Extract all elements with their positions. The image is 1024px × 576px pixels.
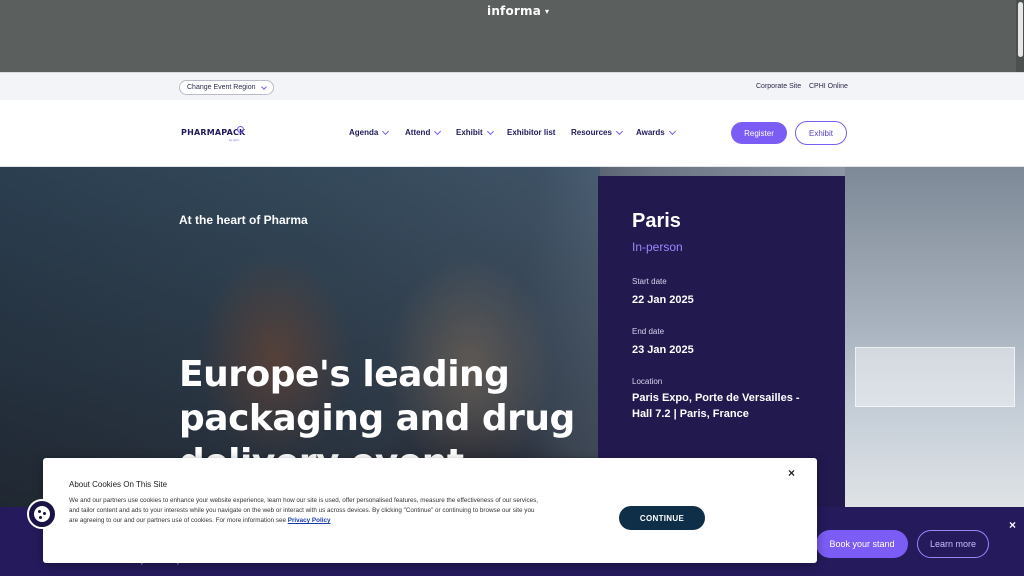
exhibition-booth-image xyxy=(855,347,1015,407)
nav-item-label: Agenda xyxy=(349,128,379,137)
nav-item-label: Exhibitor list xyxy=(507,128,556,137)
nav-item-label: Awards xyxy=(636,128,665,137)
cookie-icon xyxy=(34,506,50,522)
cookie-banner: About Cookies On This Site We and our pa… xyxy=(43,458,817,563)
cookie-banner-title: About Cookies On This Site xyxy=(69,480,168,489)
event-city: Paris xyxy=(632,210,681,232)
pharmapack-logo[interactable]: PHARMAPACK xyxy=(181,128,245,137)
chevron-down-icon: ▾ xyxy=(545,7,550,16)
scroll-thumb[interactable] xyxy=(1018,2,1023,57)
logo-mark-icon xyxy=(237,126,244,133)
start-date-label: Start date xyxy=(632,277,667,286)
chevron-down-icon xyxy=(260,83,267,90)
logo-subtext: by cphi xyxy=(229,138,239,142)
chevron-down-icon xyxy=(382,127,390,135)
chevron-down-icon xyxy=(434,127,442,135)
chevron-down-icon xyxy=(668,127,676,135)
nav-item-agenda[interactable]: Agenda xyxy=(349,127,390,137)
nav-item-label: Exhibit xyxy=(456,128,483,137)
informa-logo-text: informa xyxy=(487,4,542,18)
informa-logo[interactable]: informa ▾ xyxy=(487,4,549,18)
corporate-site-link[interactable]: Corporate Site xyxy=(756,83,801,90)
learn-more-button[interactable]: Learn more xyxy=(917,530,989,558)
start-date-value: 22 Jan 2025 xyxy=(632,294,694,306)
end-date-value: 23 Jan 2025 xyxy=(632,344,694,356)
close-icon[interactable]: × xyxy=(1009,518,1016,532)
cookie-banner-body: We and our partners use cookies to enhan… xyxy=(69,496,539,526)
scrollbar[interactable] xyxy=(1016,0,1024,72)
nav-item-label: Attend xyxy=(405,128,431,137)
close-icon[interactable]: × xyxy=(788,466,795,480)
change-region-label: Change Event Region xyxy=(187,84,256,91)
hero-section: At the heart of Pharma Europe's leading … xyxy=(0,167,1024,507)
nav-item-resources[interactable]: Resources xyxy=(571,127,623,137)
chevron-down-icon xyxy=(486,127,494,135)
utility-bar: Change Event Region Corporate Site CPHI … xyxy=(0,72,1024,100)
nav-item-attend[interactable]: Attend xyxy=(405,127,442,137)
nav-item-awards[interactable]: Awards xyxy=(636,127,676,137)
cookie-settings-button[interactable] xyxy=(27,499,57,529)
main-nav: PHARMAPACK by cphi Agenda Attend Exhibit… xyxy=(0,100,1024,167)
nav-item-exhibit[interactable]: Exhibit xyxy=(456,127,494,137)
nav-item-exhibitor-list[interactable]: Exhibitor list xyxy=(507,128,555,137)
change-region-button[interactable]: Change Event Region xyxy=(179,80,274,95)
exhibit-button[interactable]: Exhibit xyxy=(795,121,847,145)
cphi-online-link[interactable]: CPHI Online xyxy=(809,83,848,90)
continue-button[interactable]: CONTINUE xyxy=(619,506,705,530)
informa-top-bar: informa ▾ xyxy=(0,0,1024,72)
register-button[interactable]: Register xyxy=(731,122,787,144)
nav-item-label: Resources xyxy=(571,128,612,137)
end-date-label: End date xyxy=(632,327,665,336)
event-format: In-person xyxy=(632,240,683,254)
hero-kicker: At the heart of Pharma xyxy=(179,213,308,227)
location-value: Paris Expo, Porte de Versailles - Hall 7… xyxy=(632,392,800,420)
chevron-down-icon xyxy=(615,127,623,135)
hero-photo-right xyxy=(845,167,1024,507)
privacy-policy-link[interactable]: Privacy Policy xyxy=(288,517,331,524)
location-label: Location xyxy=(632,377,663,386)
book-stand-button[interactable]: Book your stand xyxy=(816,530,908,558)
